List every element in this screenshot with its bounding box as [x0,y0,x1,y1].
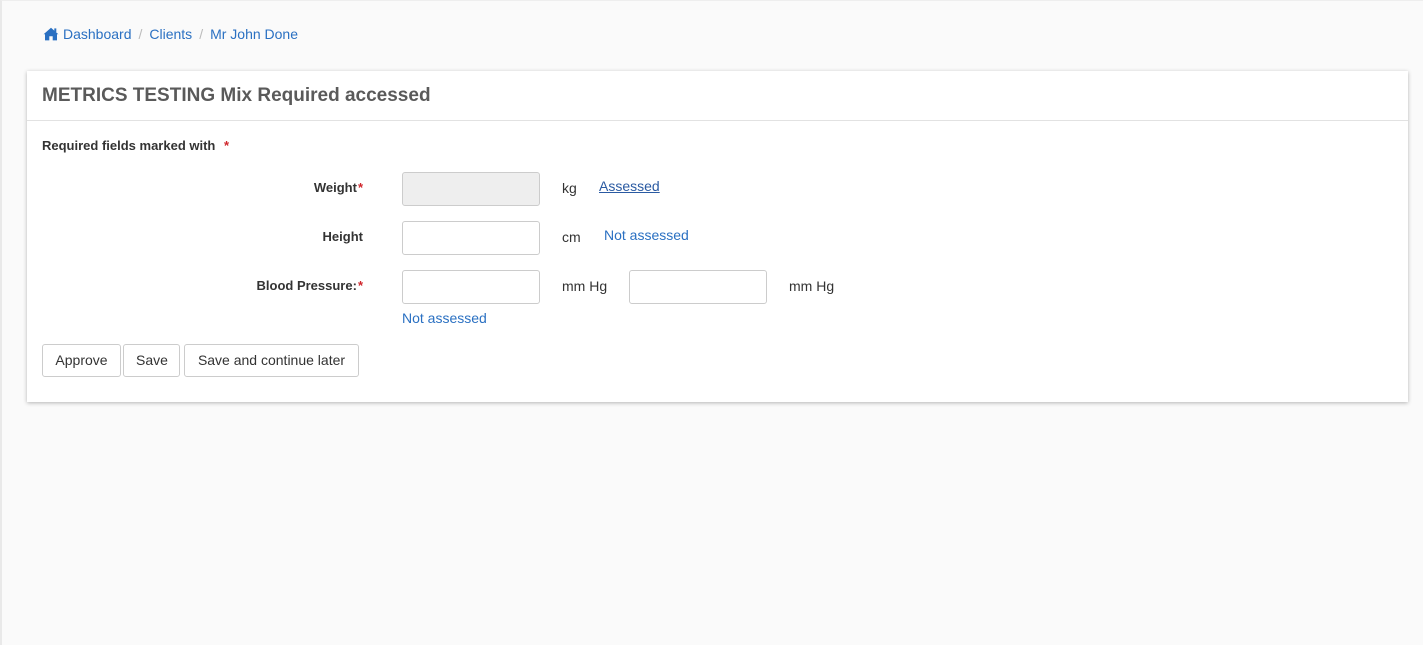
blood-pressure-unit-1: mm Hg [562,278,608,294]
blood-pressure-systolic-input[interactable] [402,270,540,304]
blood-pressure-label-text: Blood Pressure: [256,278,357,293]
weight-input[interactable] [402,172,540,206]
height-input[interactable] [402,221,540,255]
blood-pressure-assessment-link[interactable]: Not assessed [402,310,487,326]
breadcrumb-client-name[interactable]: Mr John Done [210,26,298,42]
save-button[interactable]: Save [123,344,180,377]
breadcrumb-separator: / [138,26,143,42]
weight-label-text: Weight [313,180,357,195]
breadcrumb: Dashboard / Clients / Mr John Done [43,25,298,43]
metrics-panel: METRICS TESTING Mix Required accessed Re… [27,71,1408,402]
page: Dashboard / Clients / Mr John Done METRI… [0,0,1423,645]
weight-required-marker: * [357,180,363,195]
weight-assessment-link[interactable]: Assessed [599,178,660,194]
weight-unit: kg [562,180,577,196]
breadcrumb-clients[interactable]: Clients [149,26,192,42]
blood-pressure-label: Blood Pressure:* [123,278,363,293]
required-note-text: Required fields marked with [42,138,216,153]
blood-pressure-required-marker: * [357,278,363,293]
blood-pressure-diastolic-input[interactable] [629,270,767,304]
height-label: Height [123,229,363,244]
panel-heading: METRICS TESTING Mix Required accessed [27,71,1408,121]
breadcrumb-dashboard-label: Dashboard [63,26,132,42]
panel-title: METRICS TESTING Mix Required accessed [42,85,431,106]
home-icon [43,27,59,41]
breadcrumb-separator: / [199,26,204,42]
required-marker: * [224,138,230,153]
weight-label: Weight* [123,180,363,195]
required-fields-note: Required fields marked with * [42,138,229,153]
save-and-continue-later-button[interactable]: Save and continue later [184,344,359,377]
blood-pressure-unit-2: mm Hg [789,278,835,294]
height-label-text: Height [322,229,363,244]
height-unit: cm [562,229,581,245]
breadcrumb-dashboard[interactable]: Dashboard [43,26,132,42]
height-assessment-link[interactable]: Not assessed [604,227,689,243]
approve-button[interactable]: Approve [42,344,121,377]
